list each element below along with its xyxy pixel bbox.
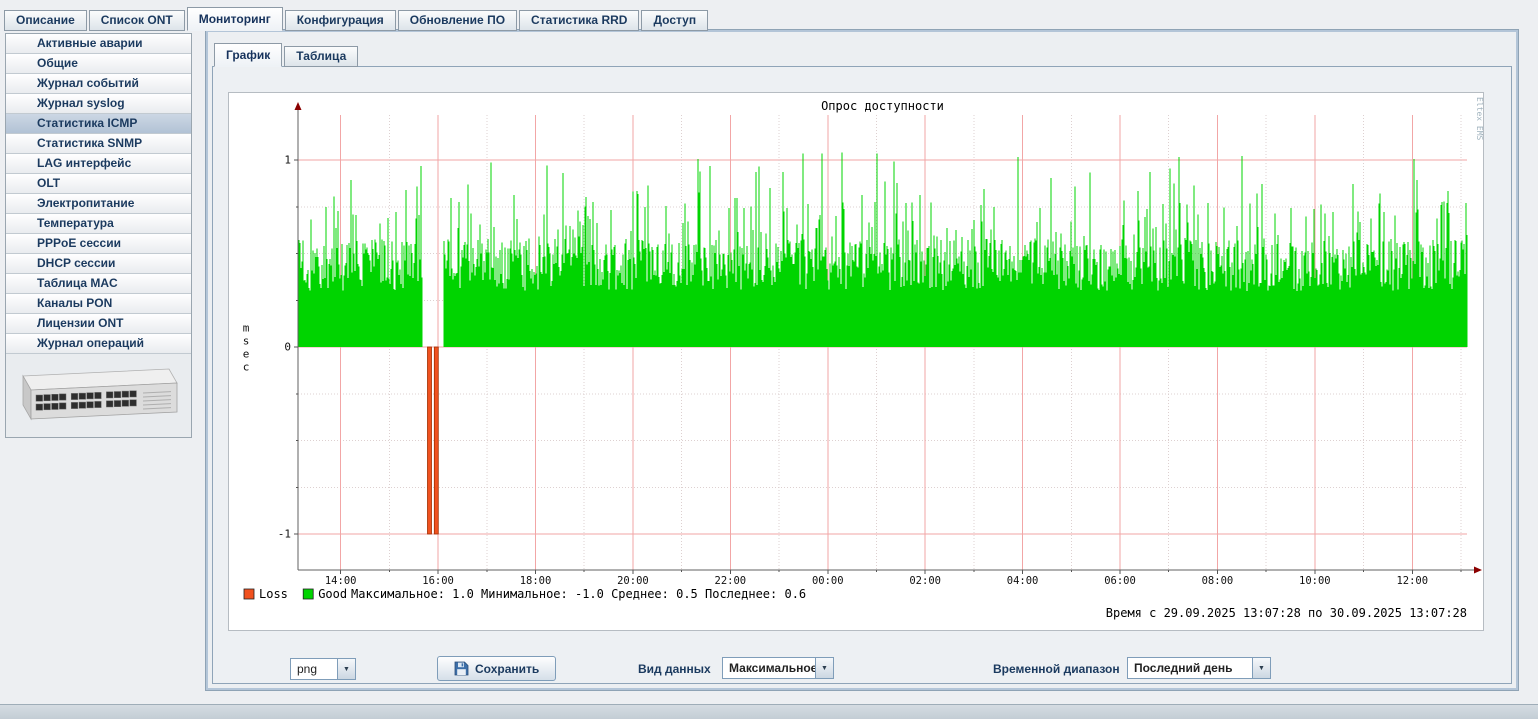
x-tick-label: 08:00 [1202,575,1234,587]
olt-device-image [11,356,187,434]
time-range-label: Временной диапазон [993,662,1120,676]
data-kind-label: Вид данных [638,662,711,676]
x-tick-label: 02:00 [909,575,941,587]
y-axis-arrow [295,102,302,110]
x-tick-label: 04:00 [1007,575,1039,587]
view-tabbar: ГрафикТаблица [214,43,360,67]
x-tick-label: 18:00 [520,575,552,587]
app-window: ОписаниеСписок ONTМониторингКонфигурация… [0,0,1538,719]
device-image-wrap [6,354,191,436]
sidebar-item-syslog[interactable]: Журнал syslog [6,94,191,114]
sidebar-item-event-log[interactable]: Журнал событий [6,74,191,94]
x-tick-label: 16:00 [422,575,454,587]
sidebar-item-temperature[interactable]: Температура [6,214,191,234]
y-tick-label: 0 [284,341,291,354]
legend-label: Loss [259,587,288,601]
x-tick-label: 10:00 [1299,575,1331,587]
image-format-select[interactable]: png ▼ [290,658,356,680]
sidebar-item-active-alarms[interactable]: Активные аварии [6,34,191,54]
time-range-value: Последний день [1128,658,1252,678]
chart-watermark: Eltex EMS [1475,97,1483,141]
save-button-label: Сохранить [475,662,539,676]
data-kind-select[interactable]: Максимальное ▼ [722,657,834,679]
tab-description[interactable]: Описание [4,10,87,31]
sidebar-item-operations-log[interactable]: Журнал операций [6,334,191,354]
image-format-value: png [291,659,337,679]
sidebar-item-pppoe-sessions[interactable]: PPPoE сессии [6,234,191,254]
sidebar-item-general[interactable]: Общие [6,54,191,74]
good-series [299,153,1467,348]
legend-swatch [303,589,313,599]
x-tick-label: 00:00 [812,575,844,587]
sidebar-list: Активные аварииОбщиеЖурнал событийЖурнал… [6,34,191,354]
x-tick-label: 22:00 [715,575,747,587]
save-button[interactable]: Сохранить [437,656,556,681]
sidebar-item-pon-channels[interactable]: Каналы PON [6,294,191,314]
chevron-down-icon: ▼ [337,659,355,679]
chart-time-range: Время с 29.09.2025 13:07:28 по 30.09.202… [1106,606,1467,620]
y-axis-label: c [243,361,250,374]
legend-label: Good [318,587,347,601]
tab-monitoring[interactable]: Мониторинг [187,7,283,31]
y-axis-label: e [243,348,250,361]
y-tick-label: 1 [284,154,291,167]
sidebar-item-olt[interactable]: OLT [6,174,191,194]
loss-bar [428,347,432,534]
save-icon [454,661,469,676]
x-tick-label: 14:00 [325,575,357,587]
chart-stats: Максимальное: 1.0 Минимальное: -1.0 Сред… [351,587,806,601]
tab-rrd-statistics[interactable]: Статистика RRD [519,10,639,31]
sidebar-item-ont-licenses[interactable]: Лицензии ONT [6,314,191,334]
sidebar-item-dhcp-sessions[interactable]: DHCP сессии [6,254,191,274]
x-tick-label: 20:00 [617,575,649,587]
sidebar-item-snmp-statistics[interactable]: Статистика SNMP [6,134,191,154]
sidebar-item-icmp-statistics[interactable]: Статистика ICMP [6,114,191,134]
tab-firmware-update[interactable]: Обновление ПО [398,10,517,31]
tab-table[interactable]: Таблица [284,46,358,67]
x-tick-label: 06:00 [1104,575,1136,587]
y-axis-label: s [243,335,250,348]
tab-configuration[interactable]: Конфигурация [285,10,396,31]
sidebar-item-power[interactable]: Электропитание [6,194,191,214]
tab-graph[interactable]: График [214,43,282,67]
y-tick-label: -1 [278,528,291,541]
sidebar: Активные аварииОбщиеЖурнал событийЖурнал… [5,33,192,438]
sidebar-item-lag-interface[interactable]: LAG интерфейс [6,154,191,174]
time-range-select[interactable]: Последний день ▼ [1127,657,1271,679]
chevron-down-icon: ▼ [1252,658,1270,678]
data-kind-value: Максимальное [723,658,815,678]
status-bar [0,704,1538,719]
main-tabbar: ОписаниеСписок ONTМониторингКонфигурация… [4,7,710,31]
tab-access[interactable]: Доступ [641,10,708,31]
chart-title: Опрос доступности [821,99,944,113]
availability-chart: 14:00 16:00 18:00 20:00 22:00 00:00 02:00 04:00… [229,93,1483,630]
x-tick-label: 12:00 [1396,575,1428,587]
sidebar-item-mac-table[interactable]: Таблица MAC [6,274,191,294]
loss-bar [434,347,438,534]
legend-swatch [244,589,254,599]
x-axis-arrow [1474,567,1482,574]
chevron-down-icon: ▼ [815,658,833,678]
chart-panel: 14:00 16:00 18:00 20:00 22:00 00:00 02:00 04:00… [228,92,1484,631]
tab-ont-list[interactable]: Список ONT [89,10,185,31]
y-axis-label: m [243,322,250,335]
